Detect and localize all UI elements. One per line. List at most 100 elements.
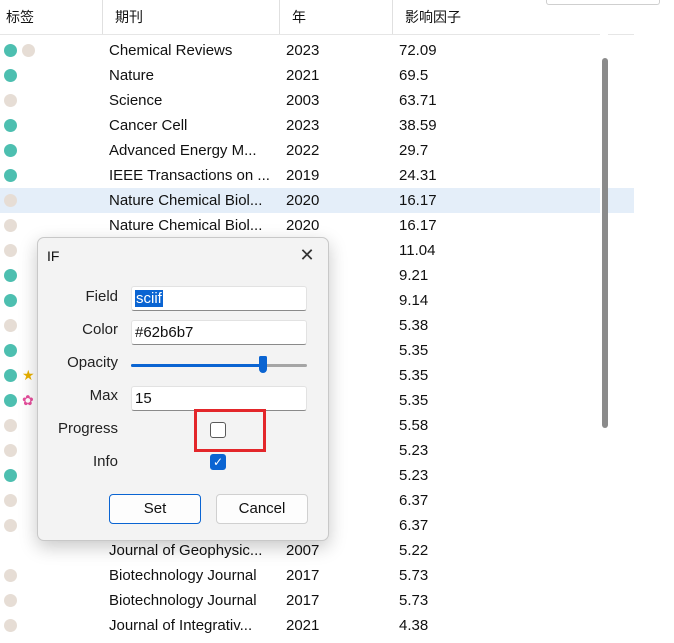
cell-year: 2003	[286, 92, 320, 109]
header-tags[interactable]: 标签	[0, 0, 102, 34]
cell-year: 2017	[286, 592, 320, 609]
teal-tag-dot	[4, 144, 17, 157]
cell-if: 5.58	[399, 417, 429, 434]
cell-if: 6.37	[399, 492, 429, 509]
teal-tag-dot	[4, 269, 17, 282]
cell-journal: Advanced Energy M...	[109, 142, 257, 159]
cell-if: 5.23	[399, 467, 429, 484]
header-year[interactable]: 年	[279, 0, 392, 34]
cell-if: 63.71	[399, 92, 437, 109]
table-row[interactable]: Nature 2021 69.5	[0, 63, 634, 88]
cell-year: 2022	[286, 142, 320, 159]
cell-year: 2023	[286, 42, 320, 59]
cell-year: 2021	[286, 617, 320, 634]
top-edge-bar	[546, 0, 660, 5]
cell-if: 9.14	[399, 292, 429, 309]
close-icon[interactable]: ✕	[296, 244, 318, 266]
cell-year: 2023	[286, 117, 320, 134]
opacity-slider-thumb[interactable]	[259, 356, 267, 373]
if-dialog: IF ✕ Field sciif Color #62b6b7 Opacity M…	[37, 237, 329, 541]
info-checkbox[interactable]: ✓	[210, 454, 226, 470]
cell-year: 2019	[286, 167, 320, 184]
cell-if: 29.7	[399, 142, 429, 159]
beige-tag-dot	[4, 319, 17, 332]
cell-journal: Biotechnology Journal	[109, 592, 257, 609]
table-row[interactable]: Journal of Integrativ... 2021 4.38	[0, 613, 634, 638]
cell-if: 38.59	[399, 117, 437, 134]
table-row[interactable]: Journal of Geophysic... 2007 5.22	[0, 538, 634, 563]
table-row[interactable]: Nature Chemical Biol... 2020 16.17	[0, 213, 634, 238]
cell-if: 6.37	[399, 517, 429, 534]
table-row[interactable]: Nature Chemical Biol... 2020 16.17	[0, 188, 634, 213]
star-tag-icon: ★	[22, 367, 35, 383]
cell-if: 5.35	[399, 367, 429, 384]
cell-if: 4.38	[399, 617, 429, 634]
teal-tag-dot	[4, 44, 17, 57]
cell-year: 2021	[286, 67, 320, 84]
opacity-slider-fill	[131, 364, 263, 367]
opacity-slider[interactable]	[131, 356, 307, 373]
cell-if: 69.5	[399, 67, 429, 84]
cell-if: 5.73	[399, 567, 429, 584]
cell-if: 5.73	[399, 592, 429, 609]
beige-tag-dot	[4, 569, 17, 582]
cell-if: 72.09	[399, 42, 437, 59]
beige-tag-dot	[4, 94, 17, 107]
max-input[interactable]: 15	[131, 386, 307, 411]
table-row[interactable]: Biotechnology Journal 2017 5.73	[0, 588, 634, 613]
cancel-button[interactable]: Cancel	[216, 494, 308, 524]
info-label: Info	[92, 453, 118, 470]
teal-tag-dot	[4, 169, 17, 182]
checkmark-icon: ✓	[212, 455, 224, 469]
cell-if: 9.21	[399, 267, 429, 284]
teal-tag-dot	[4, 69, 17, 82]
cell-year: 2017	[286, 567, 320, 584]
table-row[interactable]: Advanced Energy M... 2022 29.7	[0, 138, 634, 163]
teal-tag-dot	[4, 119, 17, 132]
cell-journal: Journal of Geophysic...	[109, 542, 263, 559]
flower-tag-icon: ✿	[22, 392, 34, 408]
teal-tag-dot	[4, 294, 17, 307]
field-value: sciif	[135, 290, 163, 307]
beige-tag-dot	[22, 44, 35, 57]
cell-if: 16.17	[399, 192, 437, 209]
cell-if: 24.31	[399, 167, 437, 184]
teal-tag-dot	[4, 369, 17, 382]
beige-tag-dot	[4, 444, 17, 457]
vertical-scrollbar-thumb[interactable]	[602, 58, 608, 428]
beige-tag-dot	[4, 494, 17, 507]
teal-tag-dot	[4, 394, 17, 407]
color-input[interactable]: #62b6b7	[131, 320, 307, 345]
table-header: 标签 期刊 年 影响因子	[0, 0, 634, 35]
progress-label: Progress	[57, 420, 118, 437]
table-row[interactable]: Biotechnology Journal 2017 5.73	[0, 563, 634, 588]
teal-tag-dot	[4, 469, 17, 482]
max-label: Max	[89, 387, 118, 404]
color-label: Color	[82, 321, 118, 338]
cell-journal: Biotechnology Journal	[109, 567, 257, 584]
set-button[interactable]: Set	[109, 494, 201, 524]
table-row[interactable]: Cancer Cell 2023 38.59	[0, 113, 634, 138]
table-row[interactable]: Chemical Reviews 2023 72.09	[0, 38, 634, 63]
beige-tag-dot	[4, 519, 17, 532]
dialog-title: IF	[47, 248, 60, 264]
header-journal[interactable]: 期刊	[102, 0, 279, 34]
opacity-label: Opacity	[67, 354, 118, 371]
cell-journal: Cancer Cell	[109, 117, 188, 134]
cell-if: 11.04	[399, 242, 436, 259]
header-impact-factor[interactable]: 影响因子	[392, 0, 634, 34]
beige-tag-dot	[4, 194, 17, 207]
table-row[interactable]: Science 2003 63.71	[0, 88, 634, 113]
cell-if: 5.35	[399, 392, 429, 409]
cell-journal: IEEE Transactions on ...	[109, 167, 270, 184]
cell-journal: Chemical Reviews	[109, 42, 233, 59]
cell-journal: Science	[109, 92, 163, 109]
cell-year: 2020	[286, 192, 320, 209]
beige-tag-dot	[4, 219, 17, 232]
cell-if: 5.35	[399, 342, 429, 359]
cell-if: 5.23	[399, 442, 429, 459]
field-input[interactable]: sciif	[131, 286, 307, 311]
table-row[interactable]: IEEE Transactions on ... 2019 24.31	[0, 163, 634, 188]
beige-tag-dot	[4, 619, 17, 632]
cell-journal: Journal of Integrativ...	[109, 617, 253, 634]
